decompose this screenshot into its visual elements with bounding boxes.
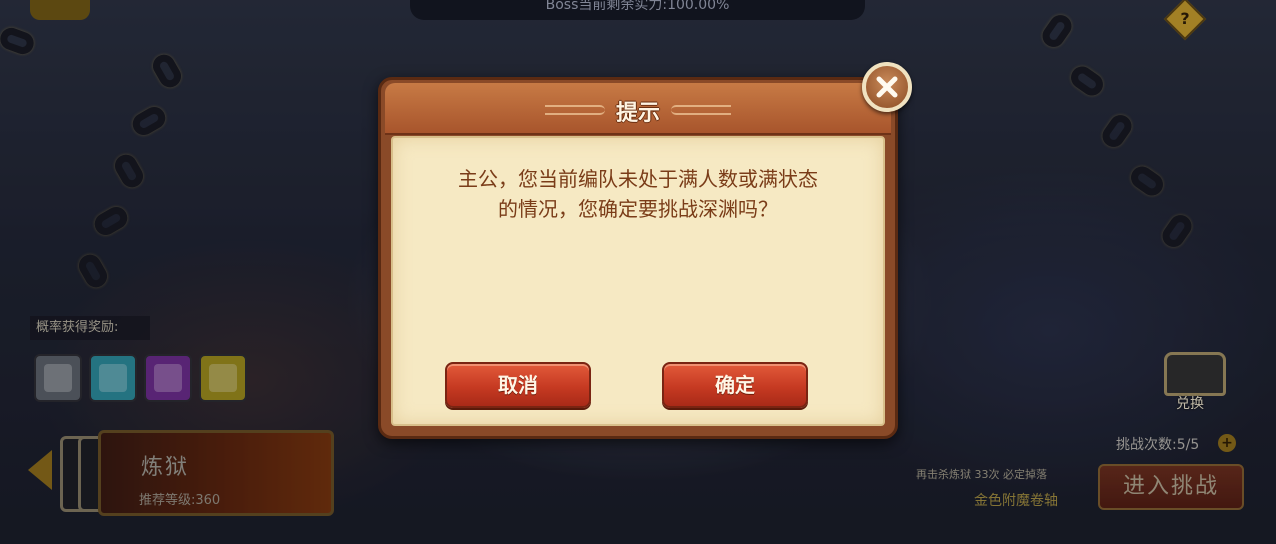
close-button[interactable] — [862, 62, 912, 112]
cancel-button[interactable]: 取消 — [445, 362, 591, 408]
close-icon — [876, 76, 898, 98]
dialog-message-line2: 的情况，您确定要挑战深渊吗？ — [498, 197, 778, 221]
dialog-message-line1: 主公，您当前编队未处于满人数或满状态 — [458, 167, 818, 191]
dialog-message: 主公，您当前编队未处于满人数或满状态 的情况，您确定要挑战深渊吗？ — [411, 164, 865, 224]
dialog-title: 提示 — [615, 101, 660, 126]
confirm-button[interactable]: 确定 — [662, 362, 808, 408]
confirm-dialog: 提示 主公，您当前编队未处于满人数或满状态 的情况，您确定要挑战深渊吗？ 取消 … — [378, 77, 898, 439]
dialog-header: 提示 — [385, 83, 891, 135]
